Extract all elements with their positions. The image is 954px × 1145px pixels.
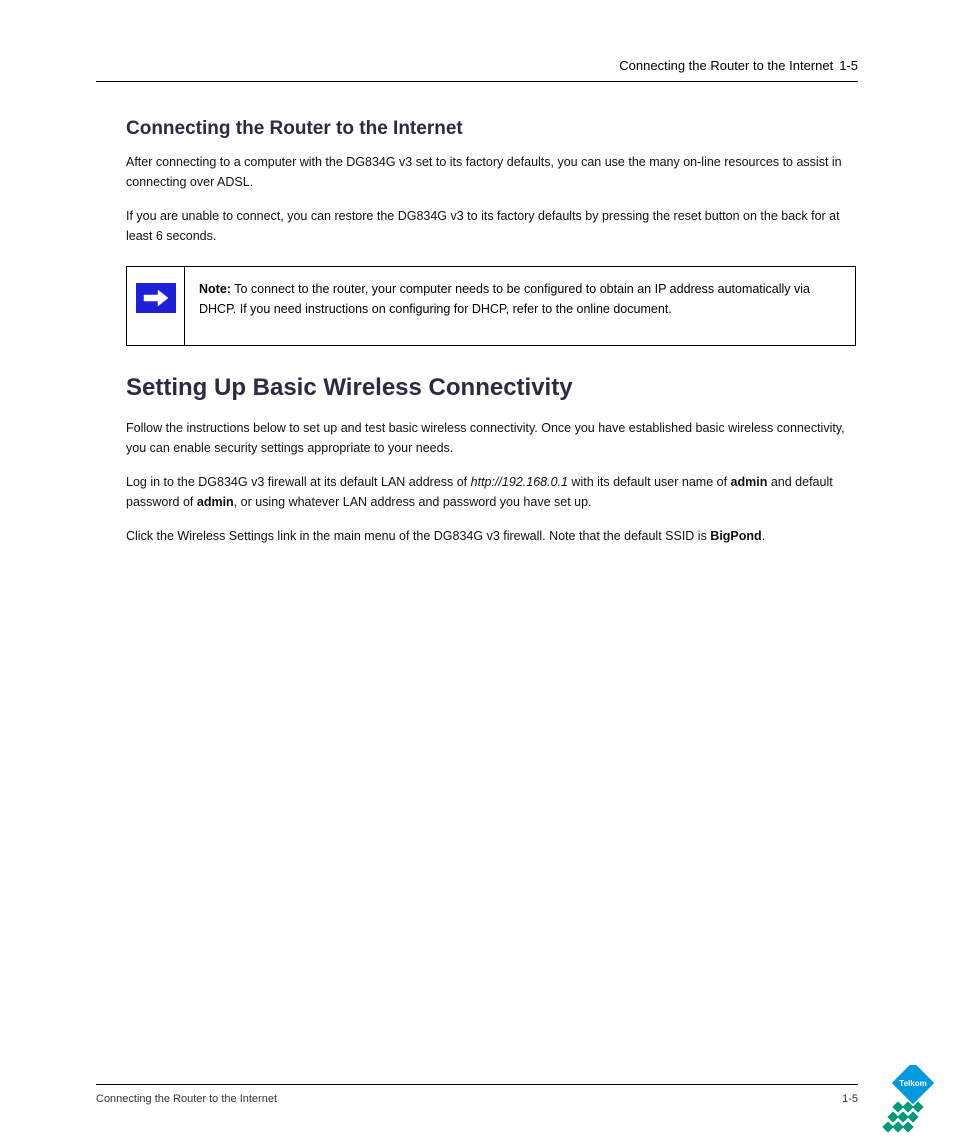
url-text: http://192.168.0.1 [471, 475, 568, 489]
footer-right: 1-5 [842, 1093, 858, 1105]
password-text: admin [197, 495, 234, 509]
ssid-text: BigPond [710, 529, 761, 543]
header-title: Connecting the Router to the Internet [619, 58, 833, 73]
page-footer: Connecting the Router to the Internet 1-… [96, 1084, 858, 1105]
text-run: Log in to the DG834G v3 firewall at its … [126, 475, 471, 489]
footer-left: Connecting the Router to the Internet [96, 1093, 277, 1105]
footer-rule [96, 1084, 858, 1085]
telkom-logo: Telkom [876, 1065, 950, 1139]
svg-text:Telkom: Telkom [899, 1079, 926, 1088]
paragraph: Follow the instructions below to set up … [126, 418, 858, 458]
page-header: Connecting the Router to the Internet 1-… [96, 58, 858, 73]
arrow-right-icon [136, 283, 176, 313]
note-text: Note: To connect to the router, your com… [185, 267, 855, 345]
text-run: with its default user name of [568, 475, 731, 489]
section-heading-connecting: Connecting the Router to the Internet [126, 118, 858, 140]
note-box: Note: To connect to the router, your com… [126, 266, 856, 346]
text-run: . [762, 529, 765, 543]
header-rule [96, 81, 858, 82]
note-body: To connect to the router, your computer … [199, 282, 810, 316]
paragraph: If you are unable to connect, you can re… [126, 206, 858, 246]
note-icon-cell [127, 267, 185, 345]
header-page-number: 1-5 [839, 58, 858, 73]
note-label: Note: [199, 282, 231, 296]
paragraph: Click the Wireless Settings link in the … [126, 526, 858, 546]
text-run: Click the Wireless Settings link in the … [126, 529, 710, 543]
footer-line: Connecting the Router to the Internet 1-… [96, 1093, 858, 1105]
text-run: , or using whatever LAN address and pass… [234, 495, 592, 509]
username-text: admin [731, 475, 771, 489]
paragraph: After connecting to a computer with the … [126, 152, 858, 192]
section-heading-wireless: Setting Up Basic Wireless Connectivity [126, 374, 858, 402]
paragraph: Log in to the DG834G v3 firewall at its … [126, 472, 858, 512]
page-content: Connecting the Router to the Internet Af… [96, 118, 858, 546]
document-page: Connecting the Router to the Internet 1-… [0, 0, 954, 1145]
